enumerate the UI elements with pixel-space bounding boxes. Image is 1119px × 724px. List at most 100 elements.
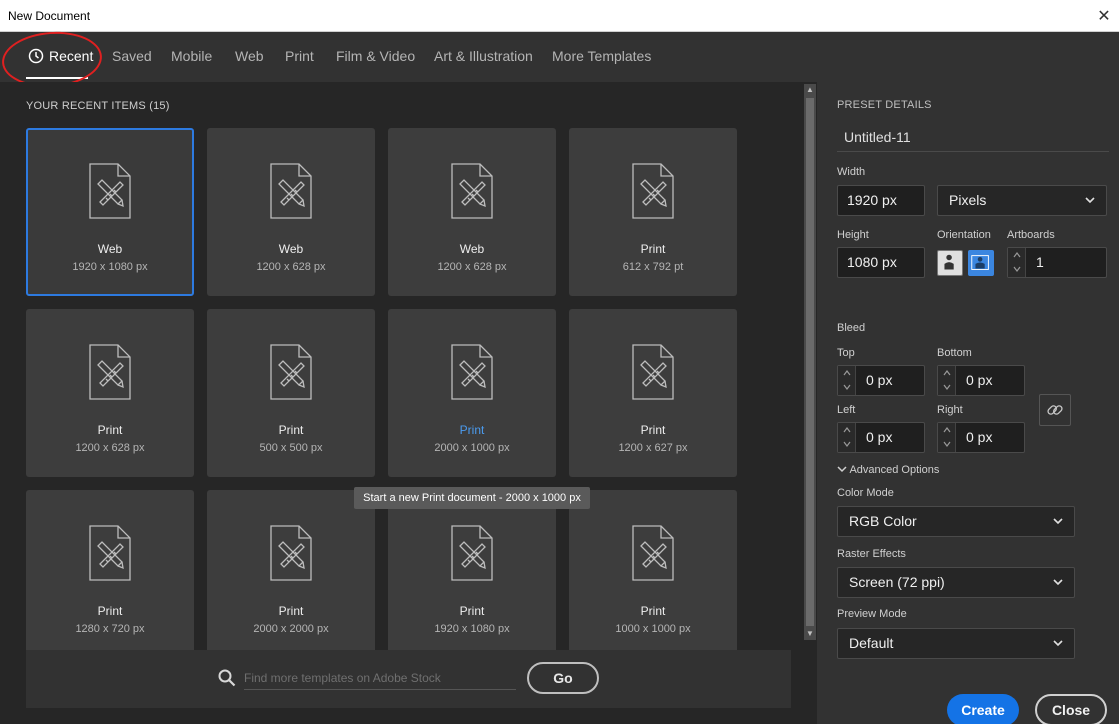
tab-more-templates[interactable]: More Templates [552,48,651,64]
bleed-right-stepper[interactable]: 0 px [937,422,1025,453]
width-label: Width [837,166,866,178]
tab-film-video[interactable]: Film & Video [336,48,415,64]
increment-arrow-icon[interactable] [838,366,856,380]
advanced-options-toggle[interactable]: Advanced Options [837,464,939,476]
recent-item-card[interactable]: Web 1200 x 628 px [207,128,375,296]
recent-item-name: Print [640,423,666,437]
recent-item-card[interactable]: Print 1200 x 628 px [26,309,194,477]
increment-arrow-icon[interactable] [838,423,856,437]
recent-item-card[interactable]: Print 1000 x 1000 px [569,490,737,658]
stock-search-bar: Go [26,650,791,708]
recent-item-card[interactable]: Print 2000 x 1000 px [388,309,556,477]
chevron-down-icon [1053,579,1063,586]
close-button[interactable]: Close [1035,694,1107,724]
document-name-field[interactable]: Untitled-11 [837,122,1109,152]
active-tab-indicator [26,77,88,79]
recent-item-card[interactable]: Print 1280 x 720 px [26,490,194,658]
increment-arrow-icon[interactable] [1008,248,1026,262]
decrement-arrow-icon[interactable] [938,380,956,394]
bleed-top-label: Top [837,347,855,359]
tab-print[interactable]: Print [285,48,314,64]
recent-item-name: Print [459,604,485,618]
decrement-arrow-icon[interactable] [1008,262,1026,276]
decrement-arrow-icon[interactable] [938,437,956,451]
width-field[interactable]: 1920 px [837,185,925,216]
recent-item-card[interactable]: Print 500 x 500 px [207,309,375,477]
preview-mode-dropdown[interactable]: Default [837,628,1075,659]
tab-art-illustration[interactable]: Art & Illustration [434,48,533,64]
bleed-right-value: 0 px [966,429,993,445]
bleed-top-stepper[interactable]: 0 px [837,365,925,396]
clock-icon [28,48,44,64]
document-icon [629,524,677,582]
scrollbar-thumb[interactable] [806,98,814,626]
units-dropdown[interactable]: Pixels [937,185,1107,216]
tab-web[interactable]: Web [235,48,264,64]
units-value: Pixels [949,192,987,208]
recent-items-title: YOUR RECENT ITEMS [26,100,146,112]
document-icon [267,162,315,220]
create-button[interactable]: Create [947,694,1019,724]
height-field[interactable]: 1080 px [837,247,925,278]
chevron-down-icon [1085,197,1095,204]
tab-saved[interactable]: Saved [112,48,152,64]
tab-recent[interactable]: Recent [28,48,93,64]
bleed-bottom-value: 0 px [966,372,993,388]
color-mode-dropdown[interactable]: RGB Color [837,506,1075,537]
window-close-button[interactable]: ✕ [1089,0,1119,32]
tab-mobile[interactable]: Mobile [171,48,212,64]
recent-item-size: 1920 x 1080 px [72,261,148,273]
preset-details-panel: PRESET DETAILS Untitled-11 Width 1920 px… [817,82,1119,724]
recent-item-card[interactable]: Print 2000 x 2000 px [207,490,375,658]
document-icon [629,343,677,401]
recent-item-card[interactable]: Print 1920 x 1080 px [388,490,556,658]
link-bleed-button[interactable] [1039,394,1071,426]
bleed-left-stepper[interactable]: 0 px [837,422,925,453]
recent-item-size: 1920 x 1080 px [434,623,510,635]
recent-item-name: Web [97,242,123,256]
link-icon [1047,405,1063,415]
orientation-label: Orientation [937,229,991,241]
bleed-top-value: 0 px [866,372,893,388]
scroll-up-arrow[interactable]: ▲ [804,84,816,96]
chevron-down-icon [1053,518,1063,525]
preset-details-title: PRESET DETAILS [837,99,932,111]
decrement-arrow-icon[interactable] [838,437,856,451]
preview-mode-label: Preview Mode [837,608,907,620]
recent-item-name: Print [459,423,485,437]
recent-item-card[interactable]: Print 1200 x 627 px [569,309,737,477]
color-mode-value: RGB Color [849,513,917,529]
recent-item-card[interactable]: Web 1200 x 628 px [388,128,556,296]
recent-items-count: (15) [149,100,170,112]
bleed-bottom-label: Bottom [937,347,972,359]
search-icon [218,669,236,687]
recent-item-card[interactable]: Web 1920 x 1080 px [26,128,194,296]
stepper-arrows [938,366,956,395]
recent-item-card[interactable]: Print 612 x 792 pt [569,128,737,296]
stock-search-input[interactable] [244,666,516,690]
increment-arrow-icon[interactable] [938,423,956,437]
increment-arrow-icon[interactable] [938,366,956,380]
title-bar: New Document ✕ [0,0,1119,32]
tab-recent-label: Recent [49,48,94,64]
go-button[interactable]: Go [527,662,599,694]
recent-item-size: 2000 x 2000 px [253,623,329,635]
artboards-label: Artboards [1007,229,1055,241]
bleed-right-label: Right [937,404,963,416]
bleed-left-label: Left [837,404,856,416]
raster-effects-label: Raster Effects [837,548,906,560]
stepper-arrows [1008,248,1026,277]
document-icon [267,343,315,401]
artboards-stepper[interactable]: 1 [1007,247,1107,278]
scroll-down-arrow[interactable]: ▼ [804,628,816,640]
portrait-orientation-button[interactable] [937,250,963,276]
color-mode-label: Color Mode [837,487,894,499]
landscape-orientation-button[interactable] [968,250,994,276]
bleed-bottom-stepper[interactable]: 0 px [937,365,1025,396]
stepper-arrows [838,366,856,395]
recent-items-heading: YOUR RECENT ITEMS (15) [26,100,170,112]
recent-item-size: 1200 x 628 px [437,261,507,273]
decrement-arrow-icon[interactable] [838,380,856,394]
raster-effects-dropdown[interactable]: Screen (72 ppi) [837,567,1075,598]
recent-scrollbar[interactable]: ▲ ▼ [804,84,816,640]
